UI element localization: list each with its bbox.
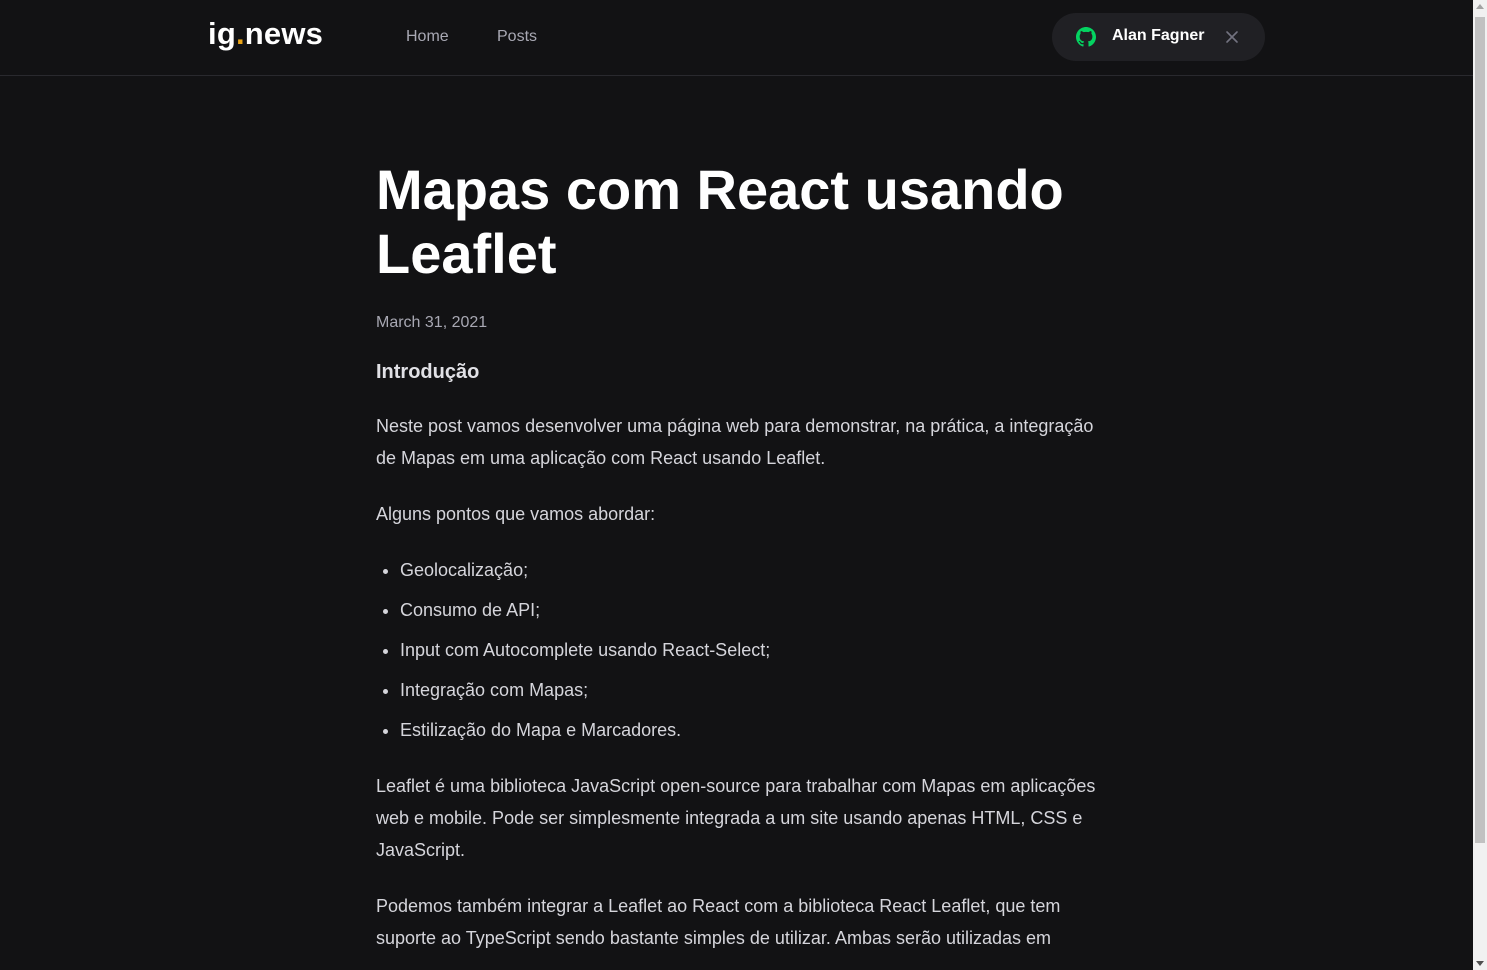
nav-link-posts[interactable]: Posts (497, 27, 537, 47)
user-signin-button[interactable]: Alan Fagner (1052, 13, 1265, 61)
list-item: Input com Autocomplete usando React-Sele… (400, 634, 1106, 666)
post-content: Introdução Neste post vamos desenvolver … (376, 358, 1106, 954)
logo-text-main: ig (208, 16, 236, 51)
logo-text-rest: news (244, 16, 324, 51)
scroll-up-arrow-icon[interactable] (1476, 4, 1484, 9)
list-item: Estilização do Mapa e Marcadores. (400, 714, 1106, 746)
paragraph-intro: Neste post vamos desenvolver uma página … (376, 416, 1094, 468)
post-article: Mapas com React usando Leaflet March 31,… (376, 158, 1106, 970)
scrollbar-thumb[interactable] (1475, 17, 1485, 843)
page: ig.news Home Posts Alan Fagner Mapas com… (0, 0, 1487, 970)
nav-link-home[interactable]: Home (406, 27, 449, 47)
vertical-scrollbar[interactable] (1473, 0, 1487, 970)
post-title: Mapas com React usando Leaflet (376, 158, 1064, 285)
github-icon (1076, 27, 1096, 47)
list-item: Geolocalização; (400, 554, 1106, 586)
list-item: Integração com Mapas; (400, 674, 1106, 706)
list-item: Consumo de API; (400, 594, 1106, 626)
close-icon[interactable] (1224, 29, 1240, 45)
site-logo[interactable]: ig.news (208, 16, 323, 52)
post-date: March 31, 2021 (376, 314, 488, 331)
paragraph-react-leaflet: Podemos também integrar a Leaflet ao Rea… (376, 896, 1061, 948)
user-name: Alan Fagner (1112, 27, 1205, 44)
paragraph-topics: Alguns pontos que vamos abordar: (376, 504, 656, 524)
paragraph-leaflet: Leaflet é uma biblioteca JavaScript open… (376, 776, 1096, 860)
logo-dot: . (235, 16, 245, 51)
site-header: ig.news Home Posts Alan Fagner (0, 0, 1473, 76)
topics-list: Geolocalização; Consumo de API; Input co… (376, 554, 1106, 746)
scroll-down-arrow-icon[interactable] (1476, 961, 1484, 966)
section-heading: Introdução (376, 361, 480, 383)
